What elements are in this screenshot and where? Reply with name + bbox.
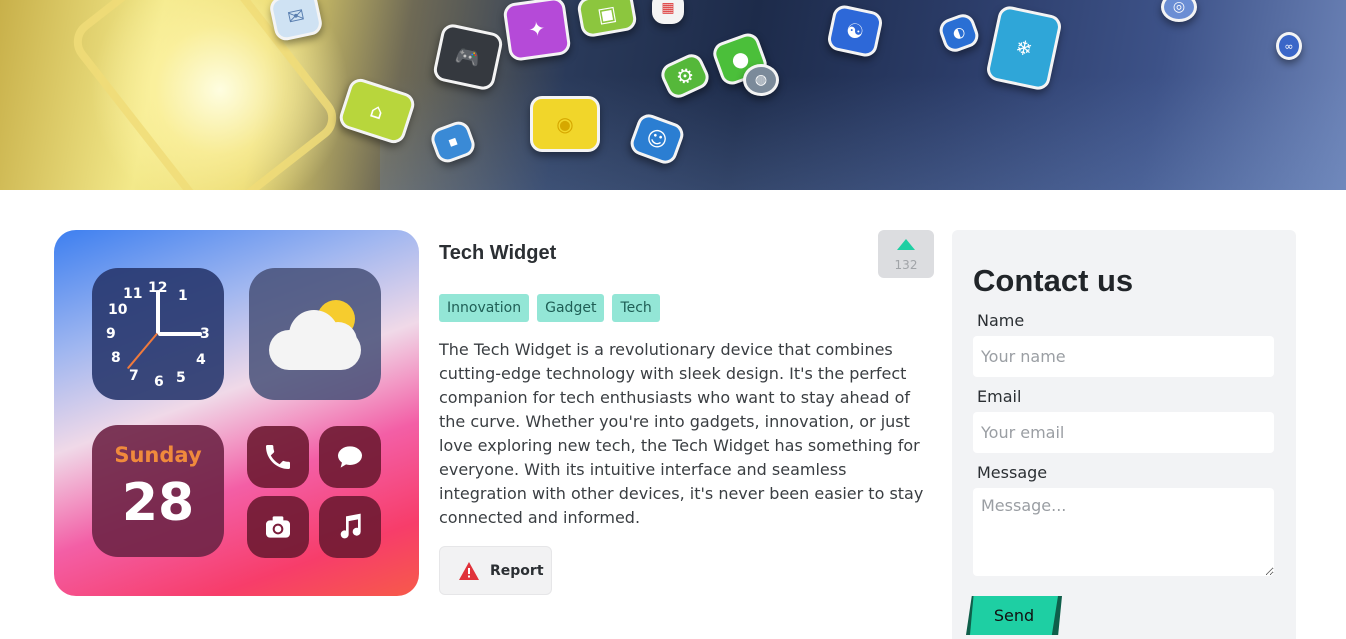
tag-list: Innovation Gadget Tech: [439, 294, 660, 322]
upvote-button[interactable]: 132: [878, 230, 934, 278]
product-title: Tech Widget: [439, 242, 557, 264]
clock-widget: 12 1 3 4 5 6 7 8 9 10 11: [92, 268, 224, 400]
message-label: Message: [977, 463, 1048, 482]
calendar-icon: ▦: [652, 0, 684, 24]
clock-number: 5: [176, 370, 186, 386]
date-number: 28: [121, 473, 195, 533]
clock-second-hand: [126, 332, 158, 370]
upvote-arrow-icon: [897, 239, 915, 250]
shapes-icon: ✦: [502, 0, 572, 63]
report-button[interactable]: Report: [439, 546, 552, 595]
contact-heading: Contact us: [973, 263, 1134, 298]
name-label: Name: [977, 311, 1025, 330]
hero-banner: ✉ 🎮 ✦ ▦ ▣ ⚙ ● ☯ ◐ ❄ ◉ ⌂ ▪ ☺ ◎ ◍ ∞: [0, 0, 1346, 190]
dial-icon: ◍: [743, 64, 779, 96]
phone-icon: [247, 426, 309, 488]
clock-number: 10: [108, 302, 128, 318]
email-input[interactable]: [973, 412, 1274, 453]
clock-hour-hand: [156, 290, 160, 334]
message-icon: [319, 426, 381, 488]
camera-icon: [247, 496, 309, 558]
clock-number: 7: [129, 368, 139, 384]
message-textarea[interactable]: [973, 488, 1274, 576]
send-button[interactable]: Send: [970, 596, 1058, 635]
cloud-puff: [319, 322, 357, 360]
product-image: 12 1 3 4 5 6 7 8 9 10 11 Sunday 28: [54, 230, 419, 596]
clock-number: 1: [178, 288, 188, 304]
clock-number: 4: [196, 352, 206, 368]
clock-number: 6: [154, 374, 164, 390]
contact-panel: Contact us Name Email Message Send: [952, 230, 1296, 639]
name-input[interactable]: [973, 336, 1274, 377]
weather-widget: [249, 268, 381, 400]
date-widget: Sunday 28: [92, 425, 224, 557]
clock-minute-hand: [158, 332, 202, 336]
clock-number: 11: [123, 286, 143, 302]
wifi-icon: ◉: [530, 96, 600, 152]
tag-tech[interactable]: Tech: [612, 294, 660, 322]
product-description: The Tech Widget is a revolutionary devic…: [439, 340, 924, 527]
date-day: Sunday: [114, 443, 202, 467]
tag-innovation[interactable]: Innovation: [439, 294, 530, 322]
music-icon: [319, 496, 381, 558]
upvote-count: 132: [894, 258, 918, 272]
warning-icon: [459, 561, 479, 580]
clock-number: 9: [106, 326, 116, 342]
report-label: Report: [490, 562, 544, 579]
gamepad-icon: 🎮: [431, 22, 505, 92]
tag-gadget[interactable]: Gadget: [537, 294, 605, 322]
clock-number: 8: [111, 350, 121, 366]
weather-icon: ∞: [1276, 32, 1302, 60]
email-label: Email: [977, 387, 1022, 406]
